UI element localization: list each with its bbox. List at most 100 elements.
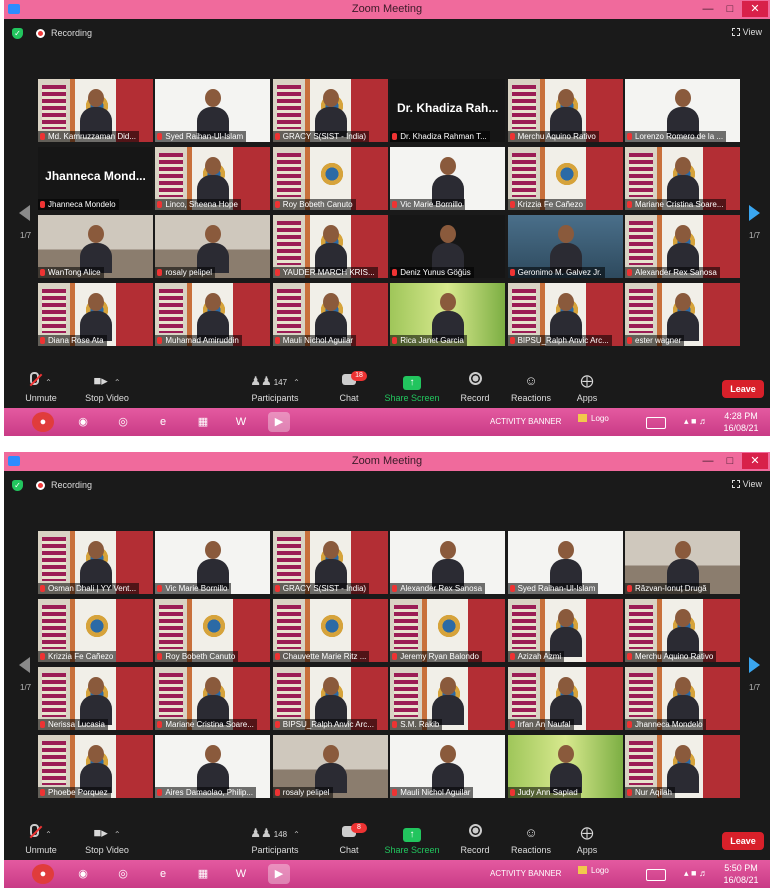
- stop-video-button[interactable]: ■▸ ⌃ Stop Video: [72, 824, 142, 855]
- participant-tile[interactable]: Linco, Sheena Hope: [155, 147, 271, 210]
- participant-tile[interactable]: Lorenzo Romero de la ...: [625, 79, 740, 142]
- zoom-taskbar-icon[interactable]: ▶: [268, 412, 290, 432]
- previous-page-arrow-icon[interactable]: [19, 205, 30, 221]
- taskbar-clock[interactable]: 4:28 PM 16/08/21: [716, 410, 766, 434]
- participant-tile[interactable]: Merchu Aquino Rativo: [507, 79, 623, 142]
- close-icon[interactable]: ✕: [742, 453, 768, 469]
- taskbar-logo-folder[interactable]: Logo: [578, 414, 609, 423]
- word-icon[interactable]: W: [230, 864, 252, 884]
- participant-tile[interactable]: Răzvan-Ionuț Drugă: [625, 531, 740, 594]
- pdf-reader-icon[interactable]: [310, 412, 332, 432]
- window-titlebar[interactable]: Zoom Meeting — □ ✕: [4, 0, 770, 19]
- participant-tile[interactable]: Roy Bobeth Canuto: [272, 147, 388, 210]
- participant-tile[interactable]: Mauli Nichol Aguilar: [272, 283, 388, 346]
- pdf-reader-icon[interactable]: [310, 864, 332, 884]
- unmute-button[interactable]: ⌃ Unmute: [6, 372, 76, 403]
- view-button[interactable]: View: [731, 27, 762, 37]
- word-icon[interactable]: W: [230, 412, 252, 432]
- participant-tile[interactable]: BIPSU_Ralph Anvic Arc...: [272, 667, 388, 730]
- chevron-up-icon[interactable]: ⌃: [293, 378, 300, 387]
- participant-tile[interactable]: Alexander Rex Sanosa: [390, 531, 506, 594]
- next-page-arrow-icon[interactable]: [749, 657, 760, 673]
- view-button[interactable]: View: [731, 479, 762, 489]
- participant-tile[interactable]: ester wagner: [625, 283, 740, 346]
- participant-tile[interactable]: YAUDER MARCH KRIS...: [272, 215, 388, 278]
- chat-button[interactable]: 18 Chat: [314, 371, 384, 403]
- keyboard-icon[interactable]: [646, 417, 666, 429]
- maximize-icon[interactable]: □: [720, 1, 740, 17]
- chevron-up-icon[interactable]: ⌃: [45, 830, 52, 839]
- internet-explorer-icon[interactable]: e: [152, 412, 174, 432]
- participant-tile[interactable]: Syed Raihan-Ul-Islam: [155, 79, 271, 142]
- participant-tile[interactable]: Muhamad Amiruddin: [155, 283, 271, 346]
- leave-button[interactable]: Leave: [722, 832, 764, 850]
- minimize-icon[interactable]: —: [698, 1, 718, 17]
- chevron-up-icon[interactable]: ⌃: [114, 378, 121, 387]
- participants-button[interactable]: ♟♟ 147 ⌃ Participants: [240, 372, 310, 403]
- participant-tile[interactable]: GRACY S(SIST - India): [272, 79, 388, 142]
- file-explorer-icon[interactable]: ▦: [192, 412, 214, 432]
- participant-tile[interactable]: Geronimo M. Galvez Jr.: [507, 215, 623, 278]
- start-menu-icon[interactable]: ●: [32, 412, 54, 432]
- participant-tile[interactable]: Vic Marie Bornillo: [155, 531, 271, 594]
- chevron-up-icon[interactable]: ⌃: [114, 830, 121, 839]
- file-explorer-icon[interactable]: ▦: [192, 864, 214, 884]
- participant-tile[interactable]: Nur Aqilah: [625, 735, 740, 798]
- participant-tile[interactable]: Krizzia Fe Cañezo: [38, 599, 153, 662]
- taskbar-activity-banner[interactable]: ACTIVITY BANNER: [490, 417, 561, 426]
- participant-tile[interactable]: S.M. Rakib: [390, 667, 506, 730]
- participant-tile[interactable]: rosaly pelipel: [155, 215, 271, 278]
- participant-tile[interactable]: Diana Rose Ata: [38, 283, 153, 346]
- chrome-icon[interactable]: ◎: [112, 864, 134, 884]
- chevron-up-icon[interactable]: ⌃: [45, 378, 52, 387]
- participant-tile[interactable]: BIPSU_Ralph Anvic Arc...: [507, 283, 623, 346]
- share-screen-button[interactable]: ↑ Share Screen: [377, 824, 447, 855]
- participant-tile[interactable]: GRACY S(SIST - India): [272, 531, 388, 594]
- participant-tile[interactable]: Rica Janet Garcia: [390, 283, 506, 346]
- chat-button[interactable]: 8 Chat: [314, 823, 384, 855]
- shield-icon[interactable]: ✓: [12, 28, 23, 39]
- participant-tile[interactable]: Vic Marie Bornillo: [390, 147, 506, 210]
- leave-button[interactable]: Leave: [722, 380, 764, 398]
- window-titlebar[interactable]: Zoom Meeting — □ ✕: [4, 452, 770, 471]
- participant-tile[interactable]: Judy Ann Saplad: [507, 735, 623, 798]
- unmute-button[interactable]: ⌃ Unmute: [6, 824, 76, 855]
- shield-icon[interactable]: ✓: [12, 480, 23, 491]
- participant-tile[interactable]: Deniz Yunus Göğüs: [390, 215, 506, 278]
- participant-tile[interactable]: rosaly pelipel: [272, 735, 388, 798]
- chevron-up-icon[interactable]: ⌃: [293, 830, 300, 839]
- participant-tile[interactable]: Aires Damaolao, Philip...: [155, 735, 271, 798]
- next-page-arrow-icon[interactable]: [749, 205, 760, 221]
- media-player-icon[interactable]: ◉: [72, 412, 94, 432]
- participant-tile[interactable]: Alexander Rex Sanosa: [625, 215, 740, 278]
- taskbar-clock[interactable]: 5:50 PM 16/08/21: [716, 862, 766, 886]
- keyboard-icon[interactable]: [646, 869, 666, 881]
- participant-tile[interactable]: Chauvette Marie Ritz ...: [272, 599, 388, 662]
- stop-video-button[interactable]: ■▸ ⌃ Stop Video: [72, 372, 142, 403]
- participant-tile[interactable]: Merchu Aquino Rativo: [625, 599, 740, 662]
- apps-button[interactable]: ⨁ Apps: [552, 372, 622, 403]
- previous-page-arrow-icon[interactable]: [19, 657, 30, 673]
- close-icon[interactable]: ✕: [742, 1, 768, 17]
- participant-tile[interactable]: Azizah Azmi: [507, 599, 623, 662]
- taskbar-activity-banner[interactable]: ACTIVITY BANNER: [490, 869, 561, 878]
- apps-button[interactable]: ⨁ Apps: [552, 824, 622, 855]
- maximize-icon[interactable]: □: [720, 453, 740, 469]
- participant-tile[interactable]: Mauli Nichol Aguilar: [390, 735, 506, 798]
- participant-tile[interactable]: Jhanneca Mond... Jhanneca Mondelo: [38, 147, 153, 210]
- chrome-icon[interactable]: ◎: [112, 412, 134, 432]
- participant-tile[interactable]: Dr. Khadiza Rah... Dr. Khadiza Rahman T..…: [390, 79, 506, 142]
- participant-tile[interactable]: Jhanneca Mondelo: [625, 667, 740, 730]
- participant-tile[interactable]: Phoebe Porquez: [38, 735, 153, 798]
- system-tray-icon[interactable]: ▴ ■ ♬: [684, 416, 708, 427]
- participant-tile[interactable]: Irfan An Naufal: [507, 667, 623, 730]
- participant-tile[interactable]: Md. Kamruzzaman Did...: [38, 79, 153, 142]
- media-player-icon[interactable]: ◉: [72, 864, 94, 884]
- participant-tile[interactable]: WanTong Alice: [38, 215, 153, 278]
- participant-tile[interactable]: Krizzia Fe Cañezo: [507, 147, 623, 210]
- participant-tile[interactable]: Mariane Cristina Soare...: [155, 667, 271, 730]
- participant-tile[interactable]: Osman Dhali | YY Vent...: [38, 531, 153, 594]
- system-tray-icon[interactable]: ▴ ■ ♬: [684, 868, 708, 879]
- taskbar-logo-folder[interactable]: Logo: [578, 866, 609, 875]
- start-menu-icon[interactable]: ●: [32, 864, 54, 884]
